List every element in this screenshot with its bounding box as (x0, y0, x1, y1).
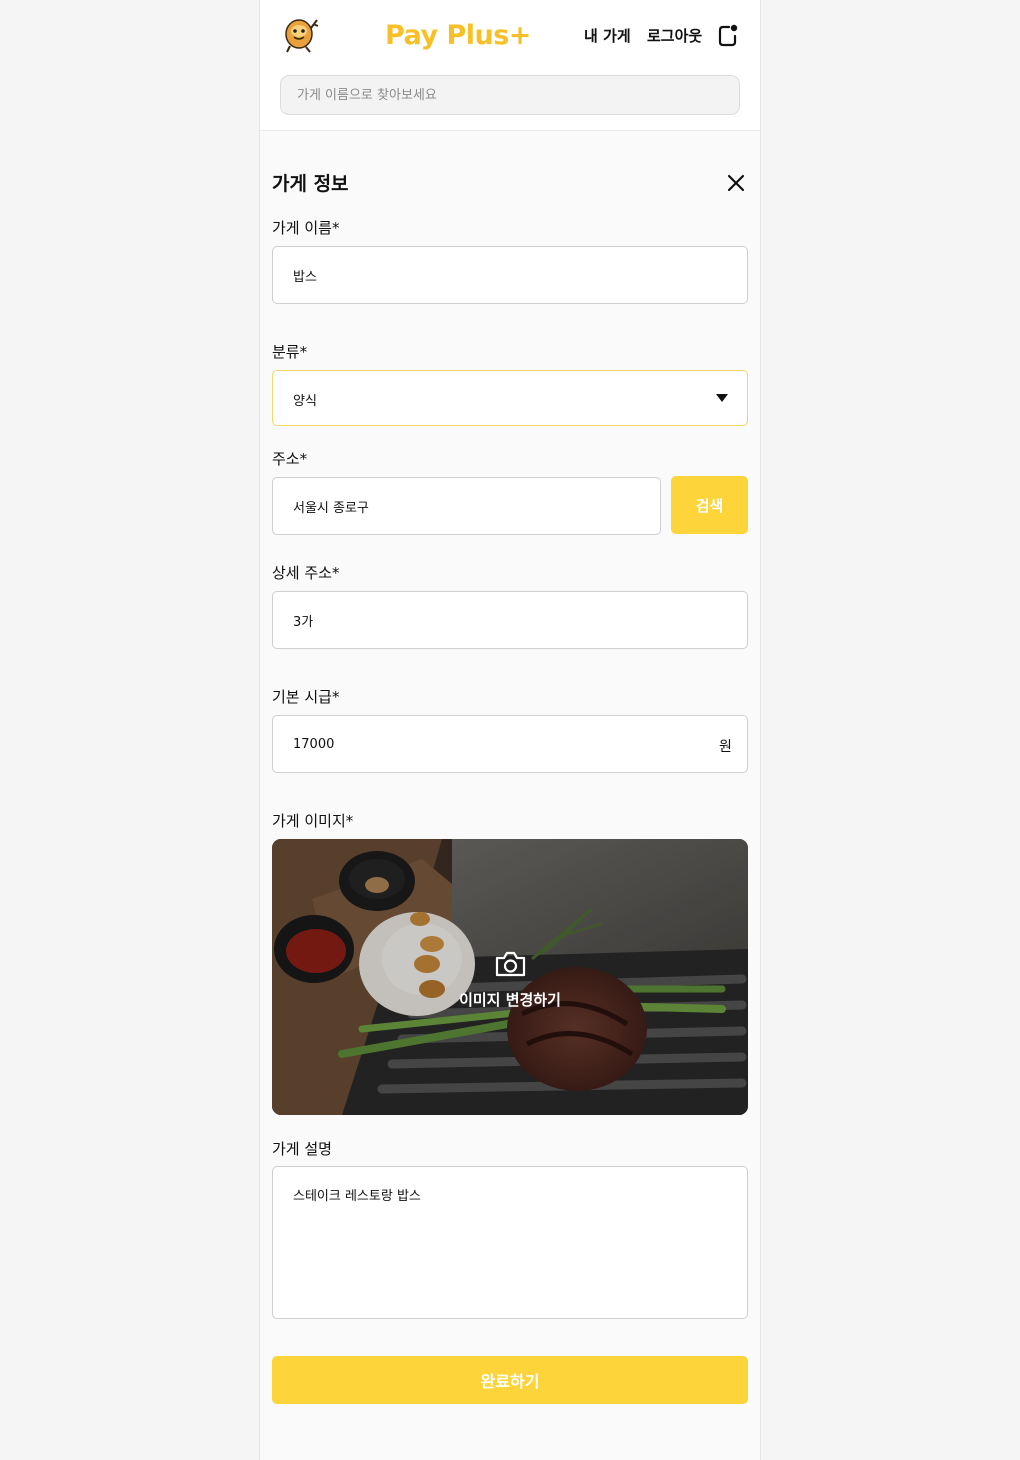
category-label: 분류* (272, 343, 308, 361)
detail-address-label: 상세 주소* (272, 564, 340, 582)
detail-address-field[interactable] (272, 591, 748, 649)
camera-icon[interactable] (494, 950, 527, 978)
brand-logo[interactable]: Pay Plus+ (385, 20, 531, 51)
wage-input[interactable] (273, 716, 747, 772)
wage-field[interactable]: 원 (272, 715, 748, 773)
address-search-button[interactable]: 검색 (671, 476, 748, 534)
app-panel: Pay Plus+ 내 가게 로그아웃 가게 정보 가게 이름* 분류* 양식 … (259, 0, 761, 1460)
chevron-down-icon[interactable] (716, 394, 728, 402)
nav-my-store[interactable]: 내 가게 (584, 25, 631, 46)
search-input[interactable] (280, 75, 740, 115)
address-input[interactable] (273, 478, 660, 534)
nav-logout[interactable]: 로그아웃 (647, 25, 702, 46)
category-select[interactable]: 양식 (272, 370, 748, 426)
store-name-input[interactable] (273, 247, 747, 303)
address-label: 주소* (272, 450, 308, 468)
store-image-label: 가게 이미지* (272, 812, 354, 830)
close-icon[interactable] (725, 172, 747, 194)
detail-address-input[interactable] (273, 592, 747, 648)
page-title: 가게 정보 (272, 173, 349, 195)
wage-unit: 원 (719, 739, 732, 755)
submit-button[interactable]: 완료하기 (272, 1356, 748, 1404)
header: Pay Plus+ 내 가게 로그아웃 (260, 0, 760, 131)
description-textarea[interactable]: 스테이크 레스토랑 밥스 (272, 1166, 748, 1319)
store-name-label: 가게 이름* (272, 219, 340, 237)
address-field[interactable] (272, 477, 661, 535)
change-image-label: 이미지 변경하기 (459, 991, 561, 1009)
store-image-upload[interactable]: 이미지 변경하기 (272, 839, 748, 1115)
description-label: 가게 설명 (272, 1140, 332, 1158)
logout-icon[interactable] (717, 23, 739, 47)
wage-label: 기본 시급* (272, 688, 340, 706)
store-name-field[interactable] (272, 246, 748, 304)
mascot-logo-icon[interactable] (280, 14, 322, 54)
category-value: 양식 (293, 394, 317, 409)
